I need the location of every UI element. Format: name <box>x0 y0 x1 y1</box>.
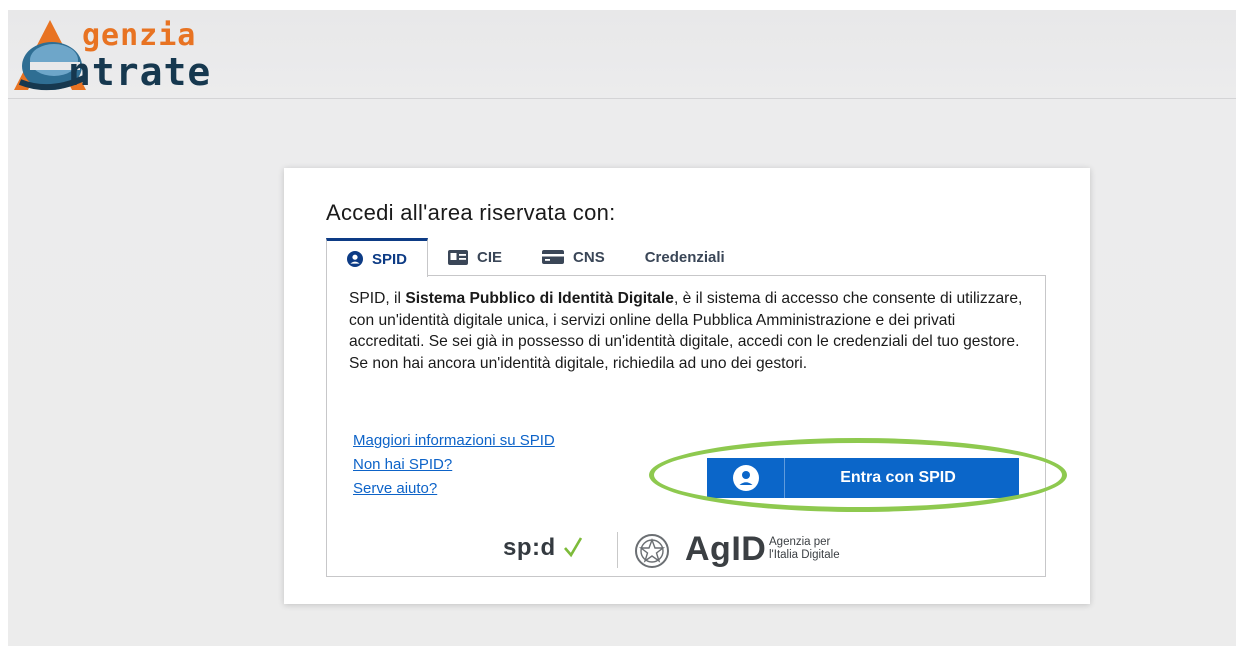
tab-cns[interactable]: CNS <box>522 238 625 276</box>
agenzia-entrate-logo[interactable]: genzia ntrate <box>10 16 350 94</box>
spid-logo: sp:d <box>503 534 556 561</box>
login-title: Accedi all'area riservata con: <box>326 200 616 225</box>
login-card: Accedi all'area riservata con: SPID CIE … <box>284 168 1090 604</box>
help-links: Maggiori informazioni su SPID Non hai SP… <box>353 430 555 502</box>
spid-description: SPID, il Sistema Pubblico di Identità Di… <box>349 290 1023 372</box>
spid-button-icon-box <box>707 458 785 498</box>
footer-logos: sp:d AgID Agenzia per l'Italia Digitale <box>503 530 883 570</box>
no-spid-link[interactable]: Non hai SPID? <box>353 454 555 476</box>
logo-text-genzia: genzia <box>82 18 197 53</box>
logos-divider <box>617 532 618 568</box>
tab-cns-label: CNS <box>573 248 605 266</box>
logo-text-ntrate: ntrate <box>68 50 212 94</box>
tab-credenziali-label: Credenziali <box>644 248 725 266</box>
tab-cie-label: CIE <box>477 248 503 266</box>
user-icon <box>732 465 759 491</box>
entra-con-spid-button[interactable]: Entra con SPID <box>707 458 1019 498</box>
user-circle-icon <box>347 251 363 267</box>
site-header: genzia ntrate <box>8 10 1236 99</box>
login-method-tabs: SPID CIE CNS Credenziali <box>326 238 745 277</box>
spid-button-label: Entra con SPID <box>840 469 956 486</box>
id-card-icon <box>448 249 469 265</box>
tab-cie[interactable]: CIE <box>428 238 522 276</box>
agid-subtitle: Agenzia per l'Italia Digitale <box>769 536 840 561</box>
browser-viewport: genzia ntrate Accedi all'area riservata … <box>8 10 1236 646</box>
tab-spid-label: SPID <box>372 250 408 268</box>
need-help-link[interactable]: Serve aiuto? <box>353 478 555 500</box>
agid-logo: AgID <box>685 530 767 568</box>
spid-tab-panel: SPID, il Sistema Pubblico di Identità Di… <box>326 275 1067 577</box>
tab-spid[interactable]: SPID <box>326 238 429 277</box>
tab-credenziali[interactable]: Credenziali <box>625 238 745 276</box>
smart-card-icon <box>542 250 565 264</box>
italian-republic-emblem-icon <box>635 534 669 568</box>
spid-check-icon <box>564 537 583 558</box>
more-info-spid-link[interactable]: Maggiori informazioni su SPID <box>353 430 555 452</box>
